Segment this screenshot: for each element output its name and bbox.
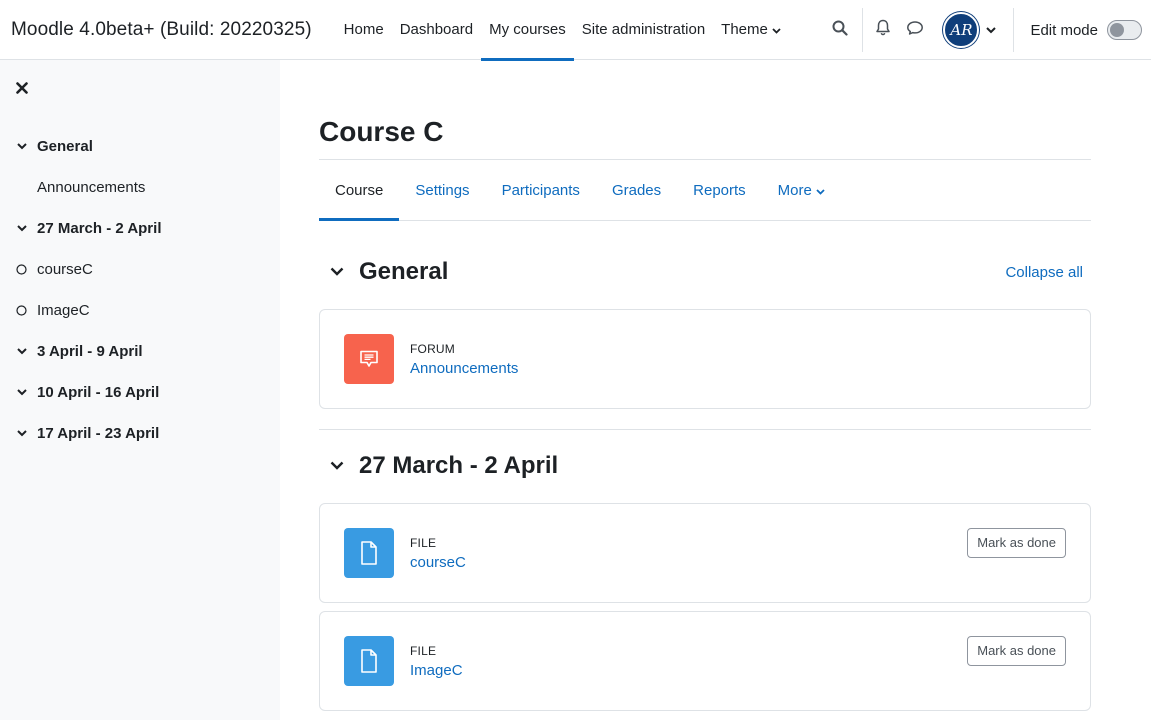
section-header-27-march: 27 March - 2 April [319,444,1091,488]
navbar-divider [862,8,864,52]
nav-home[interactable]: Home [336,0,392,60]
tab-participants[interactable]: Participants [486,160,596,220]
section-label[interactable]: 17 April - 23 April [37,425,159,442]
nav-my-courses[interactable]: My courses [481,0,574,61]
forum-icon [344,334,394,384]
activity-file-coursec: FILE courseC Mark as done [319,503,1091,603]
activity-forum-announcements: FORUM Announcements [319,309,1091,409]
primary-navigation: Home Dashboard My courses Site administr… [336,0,789,61]
nav-dashboard[interactable]: Dashboard [392,0,481,60]
page-title: Course C [319,116,444,147]
activity-type: FILE [410,535,437,550]
chevron-down-icon[interactable] [0,389,37,396]
search-button[interactable] [824,14,856,46]
activity-link[interactable]: Announcements [410,360,518,377]
tab-more[interactable]: More [762,160,841,220]
tab-settings[interactable]: Settings [399,160,485,220]
user-menu-toggle[interactable] [979,14,1003,46]
chevron-down-icon [816,182,825,199]
section-label[interactable]: General [37,138,93,155]
search-icon [832,20,849,41]
close-drawer-button[interactable] [12,80,32,100]
main-content: Course C Course Settings Participants Gr… [319,60,1091,711]
activity-text: FORUM Announcements [410,342,518,377]
tab-grades[interactable]: Grades [596,160,677,220]
collapse-all-link[interactable]: Collapse all [1005,264,1083,281]
nav-site-administration[interactable]: Site administration [574,0,713,60]
activity-type: FILE [410,643,437,658]
section-label[interactable]: 3 April - 9 April [37,343,143,360]
course-secondary-navigation: Course Settings Participants Grades Repo… [319,159,1091,221]
course-index-item-coursec[interactable]: courseC [0,249,280,290]
course-index-section-10-april[interactable]: 10 April - 16 April [0,372,280,413]
mark-as-done-button[interactable]: Mark as done [967,528,1066,558]
mark-as-done-button[interactable]: Mark as done [967,636,1066,666]
course-index-item-announcements[interactable]: Announcements [0,167,280,208]
toggle-knob [1110,23,1124,37]
tab-more-label: More [777,181,812,199]
file-icon [344,636,394,686]
tab-reports[interactable]: Reports [677,160,762,220]
section-title: 27 March - 2 April [359,452,559,479]
section-header-general: General Collapse all [319,250,1091,294]
section-divider [319,429,1091,430]
activity-link[interactable]: courseC [410,554,466,571]
chevron-down-icon[interactable] [0,430,37,437]
circle-icon [0,305,37,316]
nav-theme-label: Theme [721,20,768,38]
bell-icon [875,19,891,41]
activity-text: FILE ImageC [410,644,463,679]
nav-theme-menu[interactable]: Theme [713,0,789,60]
section-title: General [359,258,449,285]
section-label[interactable]: 27 March - 2 April [37,220,161,237]
course-index-drawer: General Announcements 27 March - 2 April… [0,60,280,720]
section-label[interactable]: 10 April - 16 April [37,384,159,401]
chevron-down-icon[interactable] [0,348,37,355]
activity-label[interactable]: courseC [37,261,93,278]
chevron-down-icon [330,457,344,475]
circle-icon [0,264,37,275]
chevron-down-icon[interactable] [0,225,37,232]
navbar-right-tools: AR Edit mode [824,0,1151,60]
edit-mode-label: Edit mode [1030,21,1098,39]
chevron-down-icon [330,263,344,281]
course-index-list: General Announcements 27 March - 2 April… [0,126,280,454]
message-icon [906,20,924,41]
course-index-section-3-april[interactable]: 3 April - 9 April [0,331,280,372]
navbar-divider [1013,8,1015,52]
activity-type: FORUM [410,341,455,356]
tab-course[interactable]: Course [319,160,400,221]
edit-mode-toggle[interactable] [1107,20,1142,40]
notifications-button[interactable] [867,14,899,46]
chevron-down-icon [772,0,781,60]
course-index-section-general[interactable]: General [0,126,280,167]
course-index-section-27-march[interactable]: 27 March - 2 April [0,208,280,249]
site-name[interactable]: Moodle 4.0beta+ (Build: 20220325) [11,19,312,41]
activity-label[interactable]: ImageC [37,302,90,319]
section-collapse-toggle[interactable] [319,263,355,281]
chevron-down-icon [986,21,997,39]
activity-label[interactable]: Announcements [37,179,145,196]
messages-button[interactable] [899,14,931,46]
top-navbar: Moodle 4.0beta+ (Build: 20220325) Home D… [0,0,1151,61]
avatar[interactable]: AR [943,12,980,48]
course-index-section-17-april[interactable]: 17 April - 23 April [0,413,280,454]
file-icon [344,528,394,578]
chevron-down-icon[interactable] [0,143,37,150]
activity-link[interactable]: ImageC [410,662,463,679]
course-index-item-imagec[interactable]: ImageC [0,290,280,331]
activity-file-imagec: FILE ImageC Mark as done [319,611,1091,711]
section-collapse-toggle[interactable] [319,457,355,475]
close-icon [16,81,28,99]
activity-text: FILE courseC [410,536,466,571]
